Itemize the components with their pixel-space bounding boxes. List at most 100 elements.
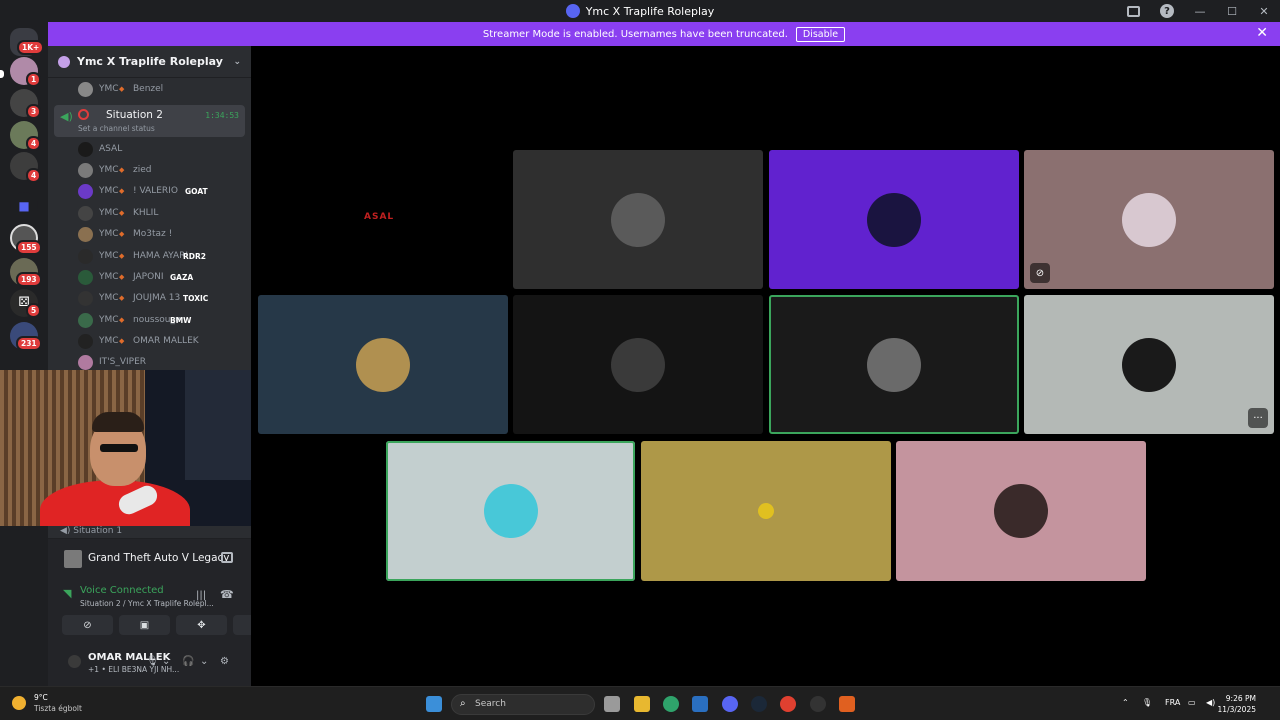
video-tile[interactable]: [513, 295, 763, 434]
video-tile[interactable]: [896, 441, 1146, 581]
avatar: [356, 337, 410, 392]
gta-icon: [64, 550, 82, 568]
user-name: ! VALERIO: [133, 186, 178, 196]
user-prefix: YMC: [99, 315, 119, 325]
more-options-icon[interactable]: ···: [1248, 408, 1268, 428]
channel-status[interactable]: Set a channel status: [78, 124, 155, 133]
video-tile[interactable]: ⊘: [1024, 150, 1274, 289]
deafened-icon: ⊘: [1030, 263, 1050, 283]
close-window-button[interactable]: ✕: [1248, 0, 1280, 22]
voice-channel-situation-2[interactable]: ◀) Situation 2 1:34:53 Set a channel sta…: [54, 105, 245, 137]
video-tile[interactable]: [386, 441, 635, 581]
signal-icon[interactable]: ◥: [63, 587, 71, 600]
network-icon[interactable]: ▭: [1188, 698, 1196, 707]
video-tile[interactable]: ···: [1024, 295, 1274, 434]
minimize-button[interactable]: —: [1184, 0, 1216, 22]
avatar: [78, 81, 93, 97]
microphone-icon[interactable]: 🎙: [1142, 698, 1152, 707]
file-explorer-icon[interactable]: [634, 696, 650, 712]
noise-suppression-icon[interactable]: |||: [196, 590, 206, 601]
search-box[interactable]: ⌕ Search: [451, 694, 595, 715]
user-name: KHLIL: [133, 208, 159, 218]
avatar: [1122, 192, 1176, 247]
folder-icon[interactable]: ■: [10, 192, 38, 220]
user-prefix: YMC: [99, 336, 119, 346]
avatar: [758, 503, 774, 519]
channel-name: Situation 1: [73, 526, 123, 536]
chrome-icon[interactable]: [780, 696, 796, 712]
asal-logo: ASAL: [364, 212, 395, 222]
inbox-icon[interactable]: [1116, 0, 1150, 22]
server-badge: 155: [16, 240, 42, 255]
date: 11/3/2025: [1217, 705, 1256, 714]
maximize-button[interactable]: ☐: [1216, 0, 1248, 22]
close-banner-icon[interactable]: ✕: [1256, 25, 1268, 41]
video-tile[interactable]: [769, 150, 1019, 289]
server-name: Ymc X Traplife Roleplay: [77, 55, 223, 68]
discord-icon[interactable]: [722, 696, 738, 712]
discord-logo-icon: [565, 4, 580, 18]
banner-text: Streamer Mode is enabled. Usernames have…: [482, 28, 788, 40]
clock[interactable]: 9:26 PM 11/3/2025: [1218, 693, 1256, 715]
time: 9:26 PM: [1225, 694, 1256, 703]
chevron-down-icon[interactable]: ⌄: [233, 57, 241, 67]
video-tile[interactable]: [769, 295, 1019, 434]
user-tag: BMW: [170, 315, 192, 325]
avatar[interactable]: [68, 655, 81, 668]
voice-channel-situation-1[interactable]: ◀) Situation 1: [60, 526, 122, 536]
task-view-icon[interactable]: [604, 696, 620, 712]
discord-window: Ymc X Traplife Roleplay ? — ☐ ✕ Streamer…: [0, 0, 1280, 720]
store-icon[interactable]: [692, 696, 708, 712]
chevron-up-icon[interactable]: ⌃: [1122, 698, 1129, 707]
avatar: [78, 312, 93, 328]
server-badge: 4: [26, 136, 42, 151]
avatar: [78, 205, 93, 221]
user-name: zied: [133, 165, 152, 175]
start-icon[interactable]: [426, 696, 442, 712]
user-prefix: YMC: [99, 229, 119, 239]
speaker-icon: ◀): [60, 110, 73, 123]
disconnect-icon[interactable]: ☎: [220, 588, 234, 601]
chevron-down-icon[interactable]: ⌄: [200, 656, 208, 667]
help-icon[interactable]: ?: [1150, 0, 1184, 22]
language-indicator[interactable]: FRA: [1165, 698, 1180, 707]
voice-connection-panel: ◥ Voice Connected Situation 2 / Ymc X Tr…: [48, 578, 284, 644]
weather-description: Tiszta égbolt: [34, 704, 82, 713]
voice-connected-location[interactable]: Situation 2 / Ymc X Traplife Rolepl...: [80, 599, 214, 608]
edge-icon[interactable]: [663, 696, 679, 712]
server-rail: 1K+ 1 3 4 4 ■ 155 193 ⚄ 5 231: [0, 22, 48, 686]
user-tag: GOAT: [185, 186, 208, 196]
avatar: [78, 248, 93, 264]
app-icon[interactable]: [839, 696, 855, 712]
avatar: [867, 192, 921, 247]
obs-icon[interactable]: [810, 696, 826, 712]
microphone-icon[interactable]: 🎙: [146, 656, 159, 667]
avatar: [1122, 337, 1176, 392]
video-tile[interactable]: [513, 150, 763, 289]
user-prefix: YMC: [99, 272, 119, 282]
avatar: [867, 337, 921, 392]
video-tile[interactable]: [258, 295, 508, 434]
avatar: [78, 162, 93, 178]
user-prefix: YMC: [99, 208, 119, 218]
server-badge: 193: [16, 272, 42, 287]
role-dot-icon: ◆: [119, 337, 125, 345]
stream-game-icon[interactable]: [221, 552, 233, 563]
camera-off-button[interactable]: ⊘: [62, 615, 113, 635]
chevron-down-icon[interactable]: ⌄: [162, 656, 170, 667]
voice-connected-label[interactable]: Voice Connected: [80, 585, 164, 596]
disable-streamer-mode-button[interactable]: Disable: [795, 26, 846, 42]
video-tile[interactable]: [641, 441, 891, 581]
search-icon: ⌕: [460, 698, 466, 709]
server-header[interactable]: Ymc X Traplife Roleplay ⌄: [48, 46, 251, 78]
volume-icon[interactable]: ◀): [1206, 698, 1215, 707]
gear-icon[interactable]: ⚙: [220, 656, 229, 667]
headphones-icon[interactable]: 🎧: [182, 656, 194, 667]
avatar: [78, 141, 93, 157]
share-screen-button[interactable]: ▣: [119, 615, 170, 635]
steam-icon[interactable]: [751, 696, 767, 712]
activities-button[interactable]: ✥: [176, 615, 227, 635]
avatar: [611, 337, 665, 392]
user-prefix: YMC: [99, 186, 119, 196]
role-dot-icon: ◆: [119, 230, 125, 238]
